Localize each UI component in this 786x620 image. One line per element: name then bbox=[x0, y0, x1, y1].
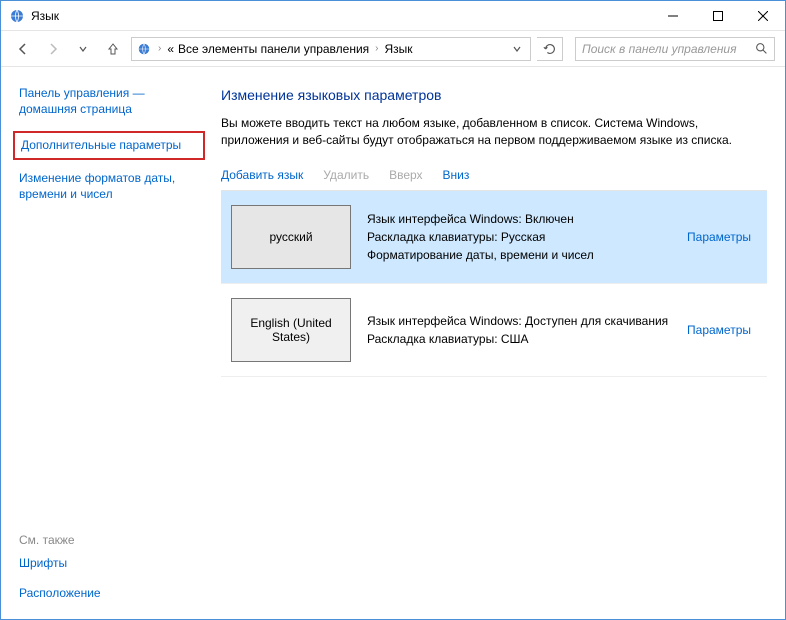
address-dropdown[interactable] bbox=[508, 44, 526, 54]
language-row[interactable]: русский Язык интерфейса Windows: Включен… bbox=[221, 191, 767, 284]
page-heading: Изменение языковых параметров bbox=[221, 87, 767, 103]
app-icon bbox=[9, 8, 25, 24]
language-info: Язык интерфейса Windows: Включен Расклад… bbox=[367, 210, 671, 264]
forward-button[interactable] bbox=[41, 37, 65, 61]
language-tile: English (United States) bbox=[231, 298, 351, 362]
up-button[interactable] bbox=[101, 37, 125, 61]
language-format-line: Форматирование даты, времени и чисел bbox=[367, 246, 671, 264]
add-language-link[interactable]: Добавить язык bbox=[221, 168, 303, 182]
window-title: Язык bbox=[31, 9, 59, 23]
sidebar-location-link[interactable]: Расположение bbox=[19, 585, 201, 601]
chevron-right-icon: › bbox=[373, 43, 380, 54]
address-bar[interactable]: › « Все элементы панели управления › Язы… bbox=[131, 37, 531, 61]
sidebar: Панель управления — домашняя страница До… bbox=[1, 67, 213, 619]
language-info: Язык интерфейса Windows: Доступен для ск… bbox=[367, 312, 671, 348]
see-also-header: См. также bbox=[19, 533, 201, 547]
navbar: › « Все элементы панели управления › Язы… bbox=[1, 31, 785, 67]
chevron-right-icon: › bbox=[156, 43, 163, 54]
breadcrumb-prefix: « bbox=[167, 42, 174, 56]
language-layout-line: Раскладка клавиатуры: Русская bbox=[367, 228, 671, 246]
minimize-button[interactable] bbox=[650, 1, 695, 31]
content-body: Панель управления — домашняя страница До… bbox=[1, 67, 785, 619]
language-tile: русский bbox=[231, 205, 351, 269]
language-status-line: Язык интерфейса Windows: Включен bbox=[367, 210, 671, 228]
breadcrumb-current[interactable]: Язык bbox=[385, 42, 413, 56]
sidebar-formats-link[interactable]: Изменение форматов даты, времени и чисел bbox=[19, 170, 201, 202]
remove-language-link[interactable]: Удалить bbox=[323, 168, 369, 182]
language-name: русский bbox=[269, 230, 312, 244]
breadcrumb-root[interactable]: Все элементы панели управления bbox=[178, 42, 369, 56]
language-options-link[interactable]: Параметры bbox=[687, 323, 757, 337]
search-placeholder: Поиск в панели управления bbox=[582, 42, 755, 56]
language-row[interactable]: English (United States) Язык интерфейса … bbox=[221, 284, 767, 377]
page-description: Вы можете вводить текст на любом языке, … bbox=[221, 115, 767, 150]
recent-dropdown[interactable] bbox=[71, 37, 95, 61]
language-status-line: Язык интерфейса Windows: Доступен для ск… bbox=[367, 312, 671, 330]
language-list: русский Язык интерфейса Windows: Включен… bbox=[221, 191, 767, 619]
search-icon bbox=[755, 42, 768, 55]
refresh-button[interactable] bbox=[537, 37, 563, 61]
control-panel-icon bbox=[136, 41, 152, 57]
close-button[interactable] bbox=[740, 1, 785, 31]
search-box[interactable]: Поиск в панели управления bbox=[575, 37, 775, 61]
language-layout-line: Раскладка клавиатуры: США bbox=[367, 330, 671, 348]
back-button[interactable] bbox=[11, 37, 35, 61]
sidebar-home-link[interactable]: Панель управления — домашняя страница bbox=[19, 85, 201, 117]
language-name: English (United States) bbox=[236, 316, 346, 344]
maximize-button[interactable] bbox=[695, 1, 740, 31]
language-toolbar: Добавить язык Удалить Вверх Вниз bbox=[221, 164, 767, 191]
main-panel: Изменение языковых параметров Вы можете … bbox=[213, 67, 785, 619]
move-up-link[interactable]: Вверх bbox=[389, 168, 422, 182]
sidebar-fonts-link[interactable]: Шрифты bbox=[19, 555, 201, 571]
move-down-link[interactable]: Вниз bbox=[443, 168, 470, 182]
sidebar-advanced-link[interactable]: Дополнительные параметры bbox=[13, 131, 205, 159]
language-options-link[interactable]: Параметры bbox=[687, 230, 757, 244]
titlebar: Язык bbox=[1, 1, 785, 31]
